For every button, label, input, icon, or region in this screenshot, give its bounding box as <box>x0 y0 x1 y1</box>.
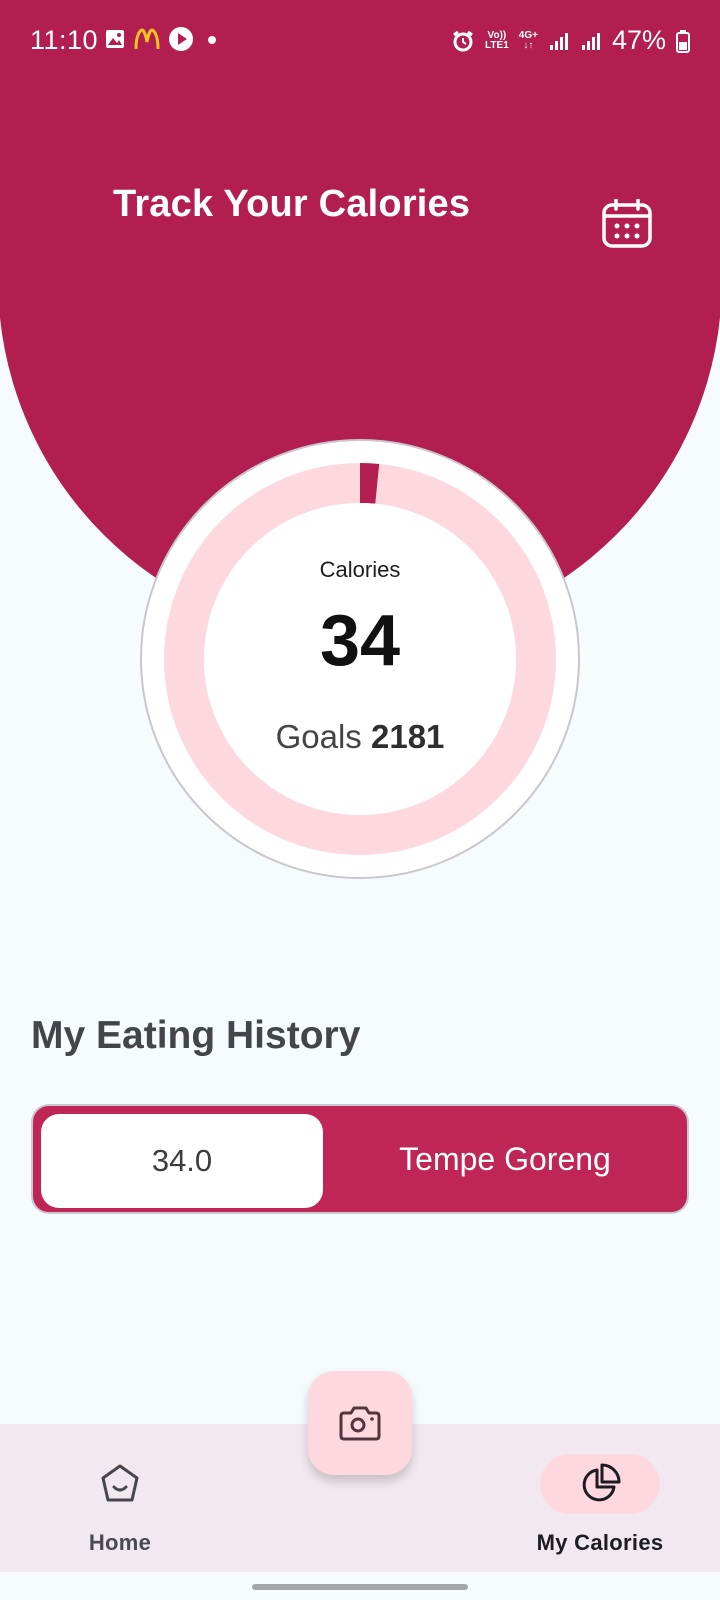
calendar-icon <box>602 199 652 248</box>
camera-icon <box>339 1406 381 1441</box>
home-icon <box>101 1464 139 1502</box>
signal-icon <box>549 32 568 50</box>
home-icon-wrapper <box>60 1454 180 1514</box>
mcdonalds-icon <box>134 28 160 50</box>
nav-home[interactable]: Home <box>60 1424 180 1572</box>
nav-home-label: Home <box>88 1530 152 1555</box>
history-item[interactable]: 34.0 Tempe Goreng <box>31 1104 689 1214</box>
network-indicator: 4G+ ↓↑ <box>518 29 538 51</box>
gallery-icon <box>106 30 124 48</box>
calorie-goal: Goals 2181 <box>0 718 720 756</box>
battery-percentage: 47% <box>611 25 666 55</box>
gauge-label: Calories <box>319 557 401 582</box>
network-text: 4G+ <box>518 29 538 41</box>
history-item-amount: 34.0 <box>41 1114 323 1208</box>
status-time: 11:10 <box>30 25 99 55</box>
nav-my-calories[interactable]: My Calories <box>520 1424 680 1572</box>
system-icons: Vo)) LTE1 4G+ ↓↑ 47% <box>451 25 690 56</box>
history-item-name: Tempe Goreng <box>399 1140 611 1177</box>
calorie-value: 34 <box>319 601 401 681</box>
page-title: Track Your Calories <box>113 183 471 225</box>
pie-chart-icon <box>582 1463 621 1502</box>
volte-indicator: Vo)) LTE1 <box>485 29 509 51</box>
eating-history-title: My Eating History <box>31 1014 361 1057</box>
goal-label: Goals <box>275 718 362 755</box>
camera-button[interactable] <box>308 1371 412 1475</box>
calendar-button[interactable] <box>598 196 656 252</box>
play-icon <box>169 27 193 51</box>
dot-icon <box>208 36 216 44</box>
goal-value: 2181 <box>370 718 445 755</box>
pie-icon-wrapper <box>540 1454 660 1514</box>
signal-icon-2 <box>581 32 600 50</box>
battery-icon <box>676 29 690 53</box>
gesture-bar[interactable] <box>252 1584 468 1590</box>
volte-text: Vo)) <box>487 29 507 41</box>
notification-icons <box>104 26 222 52</box>
data-arrows: ↓↑ <box>523 39 534 51</box>
lte-text: LTE1 <box>485 39 509 51</box>
status-bar: 11:10 Vo)) LTE1 4G+ ↓↑ 47% <box>0 0 720 82</box>
nav-my-calories-label: My Calories <box>536 1530 664 1555</box>
alarm-icon <box>453 30 473 51</box>
